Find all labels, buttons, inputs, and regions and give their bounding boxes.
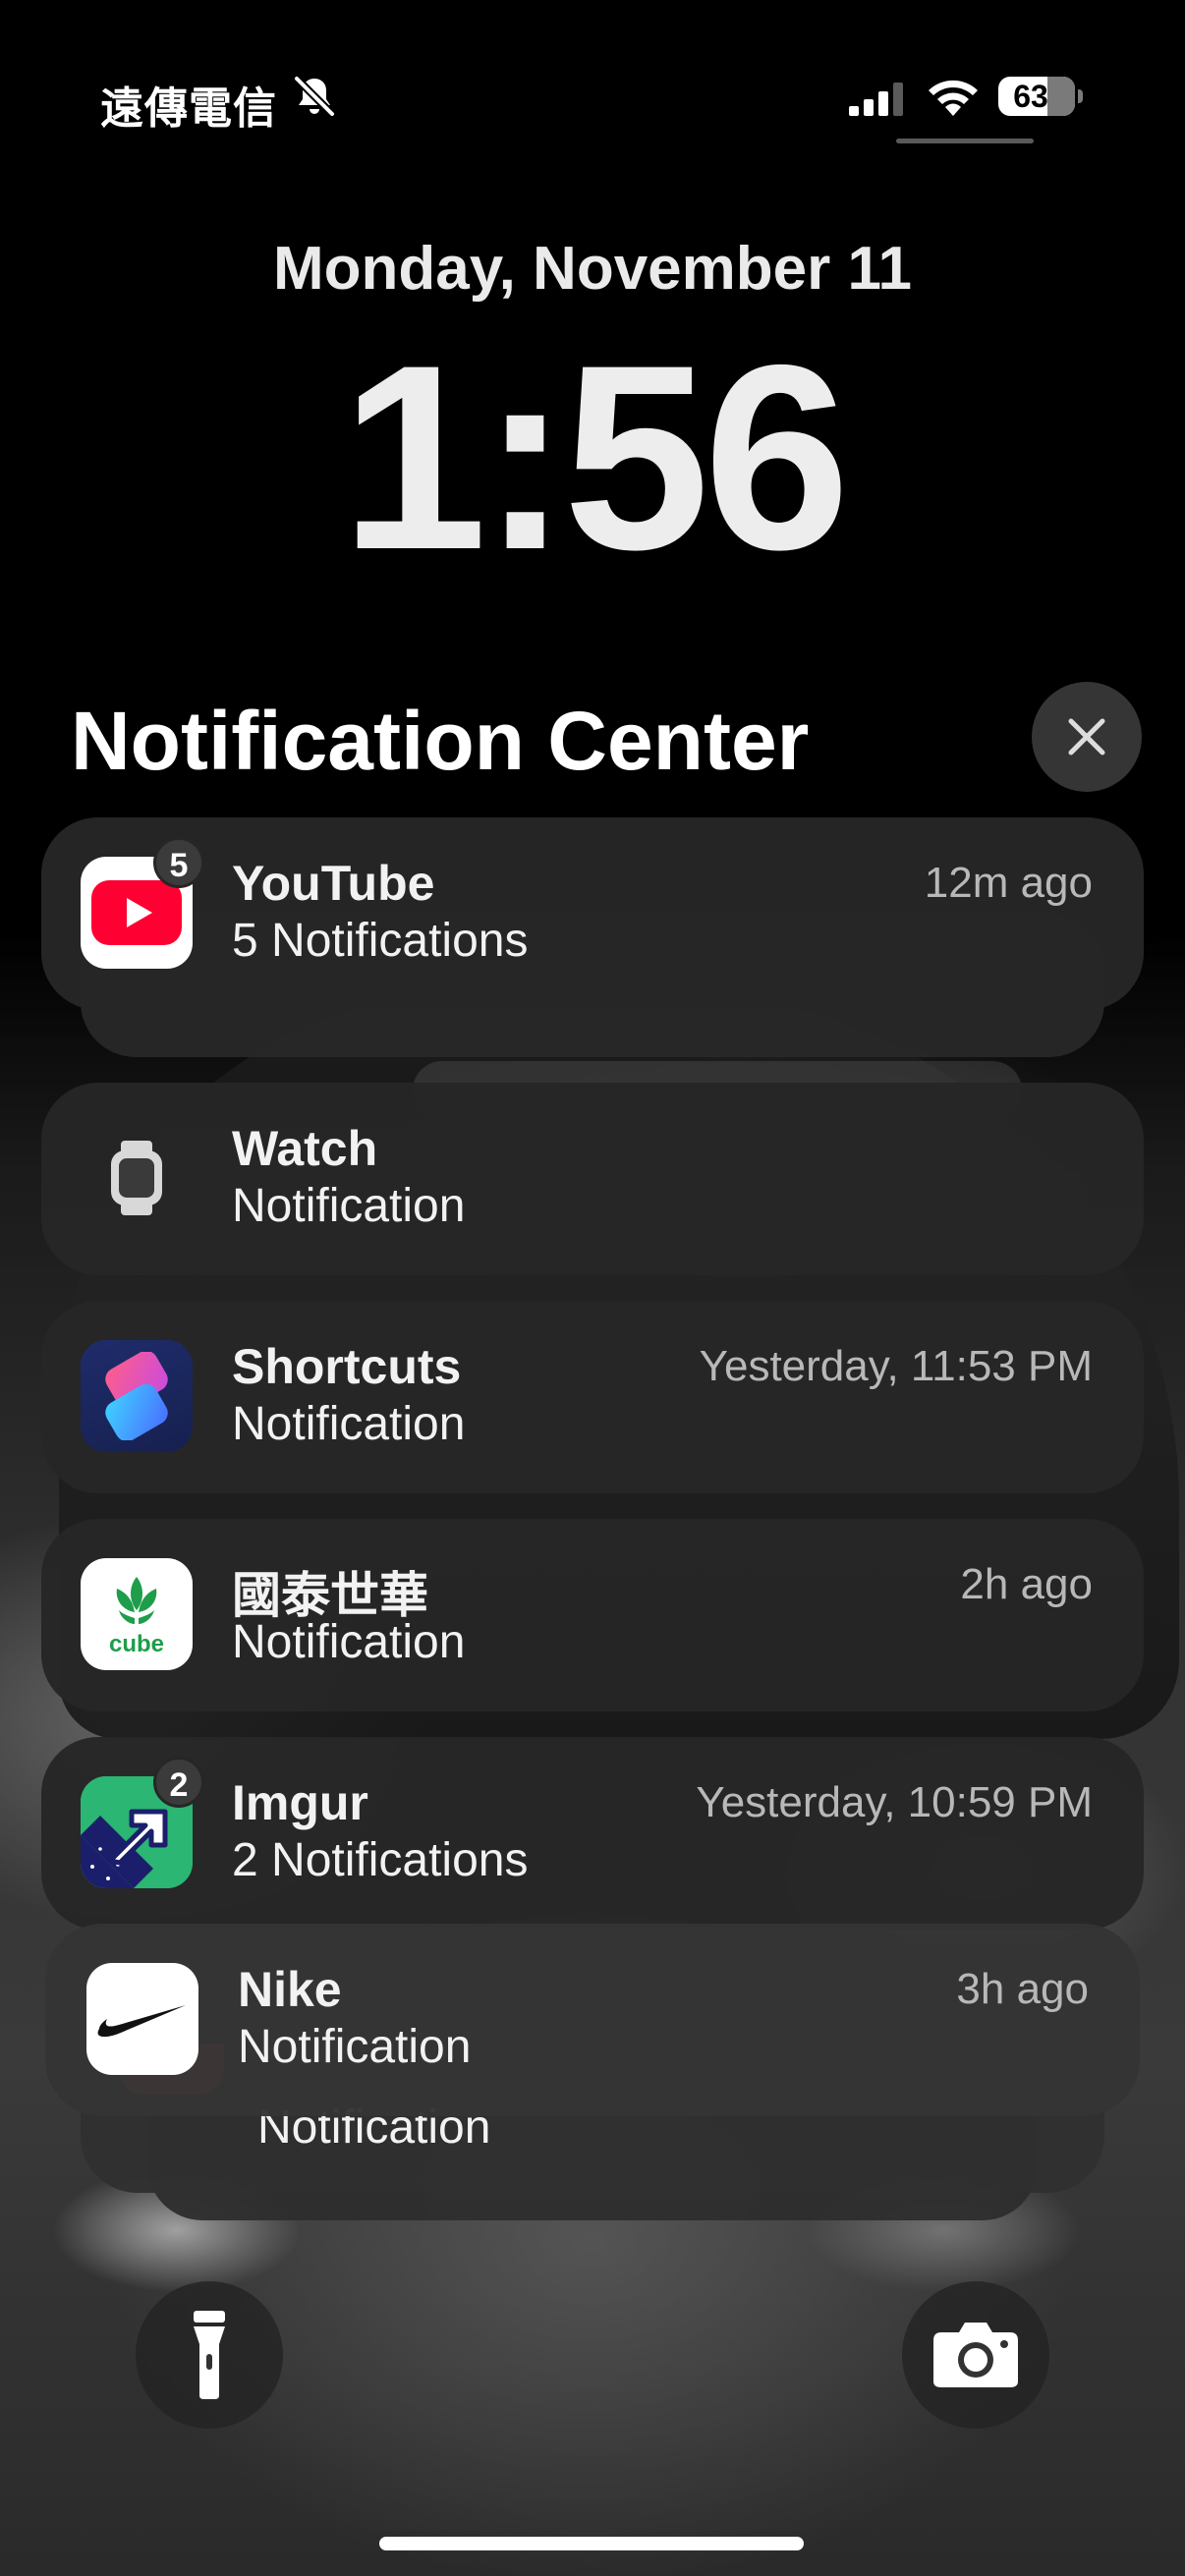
shortcuts-icon — [81, 1340, 193, 1452]
notification-time: 12m ago — [924, 859, 1093, 907]
notification-body: Notification — [232, 1180, 466, 1232]
notification-body: Notification — [238, 2021, 472, 2073]
notification-count-badge: 2 — [153, 1757, 204, 1808]
cellular-signal-icon — [849, 83, 903, 116]
status-indicator-line — [896, 139, 1034, 143]
nike-swoosh-icon — [86, 1963, 198, 2075]
notification-youtube[interactable]: 5 YouTube 5 Notifications 12m ago — [41, 817, 1144, 1010]
status-bar: 遠傳電信 63 — [0, 0, 1185, 196]
carrier-name: 遠傳電信 — [100, 84, 277, 133]
notification-time: 3h ago — [956, 1965, 1089, 2013]
notification-body: 5 Notifications — [232, 915, 529, 967]
flashlight-icon — [194, 2311, 225, 2399]
notification-body: 2 Notifications — [232, 1834, 529, 1886]
notification-time: Yesterday, 10:59 PM — [696, 1778, 1093, 1826]
notification-imgur[interactable]: 2 Imgur 2 Notifications Yesterday, 10:59… — [41, 1737, 1144, 1930]
notification-app-name: Imgur — [232, 1775, 368, 1830]
close-icon — [1068, 718, 1105, 756]
notification-center-title: Notification Center — [71, 695, 810, 787]
notification-nike[interactable]: Nike Notification 3h ago — [45, 1924, 1140, 2116]
notification-app-name: Nike — [238, 1962, 342, 2017]
watch-icon — [81, 1122, 193, 1234]
camera-icon — [933, 2323, 1018, 2387]
flashlight-button[interactable] — [136, 2281, 283, 2429]
notification-time: Yesterday, 11:53 PM — [699, 1342, 1093, 1390]
notification-time: 2h ago — [960, 1560, 1093, 1608]
wifi-icon — [929, 80, 978, 116]
home-indicator — [379, 2537, 804, 2550]
notification-body: Notification — [232, 1616, 466, 1668]
notification-shortcuts[interactable]: Shortcuts Notification Yesterday, 11:53 … — [41, 1301, 1144, 1493]
notification-app-name: YouTube — [232, 856, 435, 911]
notification-count-badge: 5 — [153, 837, 204, 888]
bell-slash-icon — [294, 76, 335, 117]
notification-app-name: Watch — [232, 1121, 378, 1176]
camera-button[interactable] — [902, 2281, 1049, 2429]
battery-icon: 63 — [998, 77, 1083, 116]
lock-time: 1:56 — [340, 309, 850, 604]
notification-watch[interactable]: Watch Notification — [41, 1083, 1144, 1275]
cathay-icon-text: cube — [109, 1631, 164, 1657]
notification-app-name: Shortcuts — [232, 1339, 462, 1394]
cathay-cube-icon: cube — [81, 1558, 193, 1670]
lock-date: Monday, November 11 — [272, 235, 913, 303]
clear-notifications-button[interactable] — [1032, 682, 1142, 792]
notification-body: Notification — [232, 1398, 466, 1450]
battery-percent: 63 — [1013, 79, 1048, 114]
notification-cathay[interactable]: cube 國泰世華 Notification 2h ago — [41, 1519, 1144, 1711]
